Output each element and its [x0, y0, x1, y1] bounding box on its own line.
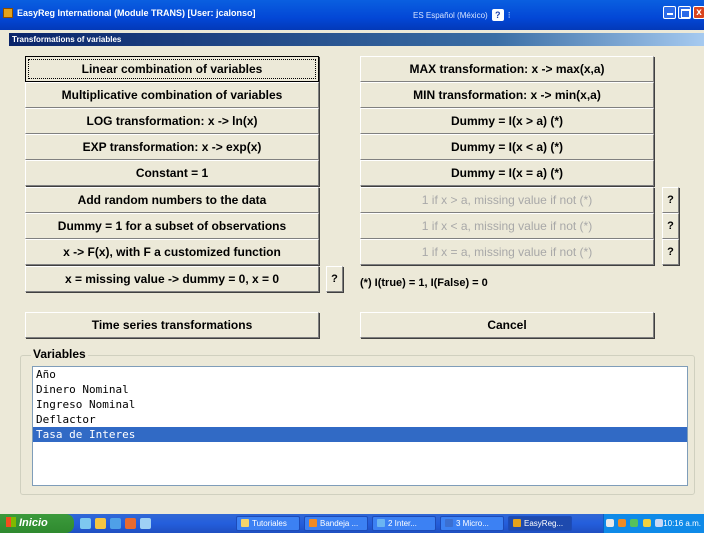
custom-function-button[interactable]: x -> F(x), with F a customized function: [25, 239, 319, 265]
task-micro[interactable]: 3 Micro...: [440, 516, 504, 531]
media-icon[interactable]: [140, 518, 151, 529]
task-label: EasyReg...: [524, 519, 564, 528]
language-bar[interactable]: ES Español (México) ? ⁝: [413, 8, 511, 22]
task-label: Bandeja ...: [320, 519, 359, 528]
linear-combination-button[interactable]: Linear combination of variables: [25, 56, 319, 82]
desktop: EasyReg International (Module TRANS) [Us…: [0, 0, 704, 533]
folder-icon: [241, 519, 249, 527]
task-label: 2 Inter...: [388, 519, 417, 528]
constant-button[interactable]: Constant = 1: [25, 160, 319, 186]
explorer-icon[interactable]: [95, 518, 106, 529]
start-label: Inicio: [19, 517, 48, 529]
multiplicative-combination-button[interactable]: Multiplicative combination of variables: [25, 82, 319, 108]
word-icon: [445, 519, 453, 527]
variable-item-selected[interactable]: Tasa de Interes: [33, 427, 687, 442]
easyreg-icon: [513, 519, 521, 527]
min-transformation-button[interactable]: MIN transformation: x -> min(x,a): [360, 82, 654, 108]
variable-item[interactable]: Año: [33, 367, 687, 382]
missing-value-help-button[interactable]: ?: [326, 266, 343, 292]
missing-value-dummy-button[interactable]: x = missing value -> dummy = 0, x = 0: [25, 266, 319, 292]
clock: 10:16 a.m.: [663, 519, 701, 528]
app-icon: [3, 8, 13, 18]
missing-less-button[interactable]: 1 if x < a, missing value if not (*): [360, 213, 654, 239]
browser-icon[interactable]: [110, 518, 121, 529]
dummy-equal-button[interactable]: Dummy = I(x = a) (*): [360, 160, 654, 186]
close-button[interactable]: x: [693, 6, 704, 19]
tray-network-icon[interactable]: [630, 519, 639, 527]
time-series-button[interactable]: Time series transformations: [25, 312, 319, 338]
help-equal-button[interactable]: ?: [662, 239, 679, 265]
help-greater-button[interactable]: ?: [662, 187, 679, 213]
tray-back-icon[interactable]: [606, 519, 614, 527]
log-transformation-button[interactable]: LOG transformation: x -> ln(x): [25, 108, 319, 134]
quick-launch: [80, 518, 151, 529]
maximize-button[interactable]: [678, 6, 691, 19]
task-easyreg[interactable]: EasyReg...: [508, 516, 572, 531]
ie-icon: [377, 519, 385, 527]
minimize-button[interactable]: [663, 6, 676, 19]
start-button[interactable]: Inicio: [0, 514, 74, 533]
windows-logo-icon: [6, 517, 16, 527]
variable-item[interactable]: Ingreso Nominal: [33, 397, 687, 412]
window-title: EasyReg International (Module TRANS) [Us…: [17, 8, 256, 18]
task-label: Tutoriales: [252, 519, 287, 528]
missing-greater-button[interactable]: 1 if x > a, missing value if not (*): [360, 187, 654, 213]
indicator-note: (*) I(true) = 1, I(False) = 0: [360, 277, 488, 289]
max-transformation-button[interactable]: MAX transformation: x -> max(x,a): [360, 56, 654, 82]
variable-item[interactable]: Dinero Nominal: [33, 382, 687, 397]
cancel-button[interactable]: Cancel: [360, 312, 654, 338]
variables-list[interactable]: Año Dinero Nominal Ingreso Nominal Defla…: [32, 366, 688, 486]
task-tutoriales[interactable]: Tutoriales: [236, 516, 300, 531]
missing-equal-button[interactable]: 1 if x = a, missing value if not (*): [360, 239, 654, 265]
tray-volume-icon[interactable]: [654, 519, 663, 527]
help-less-button[interactable]: ?: [662, 213, 679, 239]
show-desktop-icon[interactable]: [80, 518, 91, 529]
tray-security-icon[interactable]: [642, 519, 651, 527]
window-titlebar[interactable]: EasyReg International (Module TRANS) [Us…: [0, 0, 704, 30]
taskbar: Inicio Tutoriales Bandeja ... 2 Inter...…: [0, 514, 704, 533]
dialog-title: Transformations of variables: [9, 33, 704, 46]
dummy-less-button[interactable]: Dummy = I(x < a) (*): [360, 134, 654, 160]
task-label: 3 Micro...: [456, 519, 489, 528]
variables-label: Variables: [31, 347, 88, 361]
outlook-icon: [309, 519, 317, 527]
language-indicator[interactable]: ES Español (México): [413, 11, 488, 20]
exp-transformation-button[interactable]: EXP transformation: x -> exp(x): [25, 134, 319, 160]
help-icon[interactable]: ?: [491, 9, 504, 21]
variable-item[interactable]: Deflactor: [33, 412, 687, 427]
dummy-greater-button[interactable]: Dummy = I(x > a) (*): [360, 108, 654, 134]
system-tray: 10:16 a.m.: [603, 514, 704, 533]
task-bandeja[interactable]: Bandeja ...: [304, 516, 368, 531]
mail-icon[interactable]: [125, 518, 136, 529]
dummy-subset-button[interactable]: Dummy = 1 for a subset of observations: [25, 213, 319, 239]
language-options-icon[interactable]: ⁝: [508, 10, 511, 21]
tray-outlook-icon[interactable]: [618, 519, 627, 527]
add-random-numbers-button[interactable]: Add random numbers to the data: [25, 187, 319, 213]
task-internet[interactable]: 2 Inter...: [372, 516, 436, 531]
